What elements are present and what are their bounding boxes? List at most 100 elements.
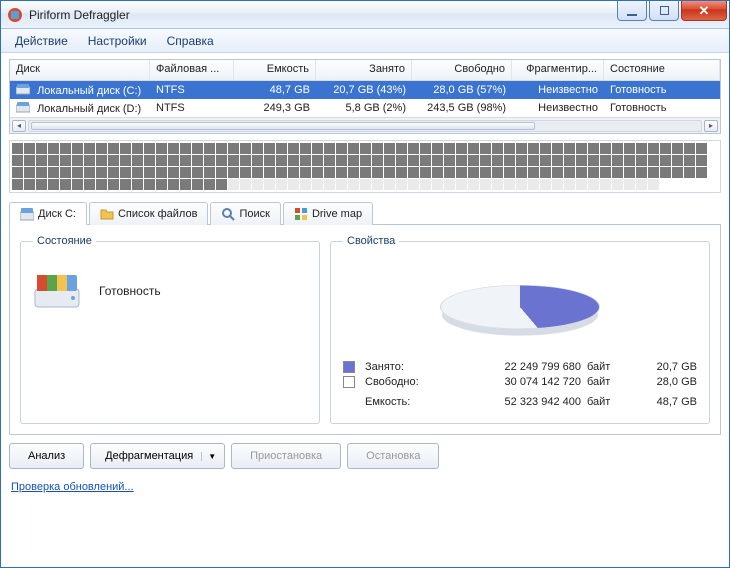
map-cell[interactable] bbox=[684, 155, 695, 166]
map-cell[interactable] bbox=[660, 167, 671, 178]
map-cell[interactable] bbox=[564, 179, 575, 190]
map-cell[interactable] bbox=[36, 143, 47, 154]
map-cell[interactable] bbox=[276, 167, 287, 178]
map-cell[interactable] bbox=[468, 179, 479, 190]
scroll-left-button[interactable]: ◂ bbox=[12, 120, 26, 132]
map-cell[interactable] bbox=[456, 167, 467, 178]
map-cell[interactable] bbox=[36, 167, 47, 178]
map-cell[interactable] bbox=[408, 143, 419, 154]
map-cell[interactable] bbox=[408, 155, 419, 166]
map-cell[interactable] bbox=[384, 167, 395, 178]
map-cell[interactable] bbox=[600, 155, 611, 166]
tab-disk[interactable]: Диск C: bbox=[9, 202, 87, 225]
map-cell[interactable] bbox=[612, 179, 623, 190]
map-cell[interactable] bbox=[180, 155, 191, 166]
map-cell[interactable] bbox=[192, 179, 203, 190]
map-cell[interactable] bbox=[408, 167, 419, 178]
map-cell[interactable] bbox=[324, 167, 335, 178]
map-cell[interactable] bbox=[228, 179, 239, 190]
map-cell[interactable] bbox=[516, 179, 527, 190]
map-cell[interactable] bbox=[180, 167, 191, 178]
map-cell[interactable] bbox=[288, 167, 299, 178]
map-cell[interactable] bbox=[528, 155, 539, 166]
map-cell[interactable] bbox=[48, 179, 59, 190]
map-cell[interactable] bbox=[252, 155, 263, 166]
map-cell[interactable] bbox=[348, 143, 359, 154]
map-cell[interactable] bbox=[420, 155, 431, 166]
map-cell[interactable] bbox=[228, 167, 239, 178]
map-cell[interactable] bbox=[528, 167, 539, 178]
map-cell[interactable] bbox=[60, 179, 71, 190]
map-cell[interactable] bbox=[552, 179, 563, 190]
map-cell[interactable] bbox=[636, 167, 647, 178]
map-cell[interactable] bbox=[12, 155, 23, 166]
map-cell[interactable] bbox=[216, 167, 227, 178]
map-cell[interactable] bbox=[408, 179, 419, 190]
map-cell[interactable] bbox=[36, 179, 47, 190]
scroll-right-button[interactable]: ▸ bbox=[704, 120, 718, 132]
map-cell[interactable] bbox=[144, 179, 155, 190]
map-cell[interactable] bbox=[612, 143, 623, 154]
map-cell[interactable] bbox=[468, 167, 479, 178]
map-cell[interactable] bbox=[516, 143, 527, 154]
map-cell[interactable] bbox=[312, 179, 323, 190]
map-cell[interactable] bbox=[648, 143, 659, 154]
map-cell[interactable] bbox=[432, 179, 443, 190]
map-cell[interactable] bbox=[156, 179, 167, 190]
map-cell[interactable] bbox=[192, 155, 203, 166]
map-cell[interactable] bbox=[168, 167, 179, 178]
map-cell[interactable] bbox=[372, 155, 383, 166]
map-cell[interactable] bbox=[588, 143, 599, 154]
map-cell[interactable] bbox=[696, 143, 707, 154]
map-cell[interactable] bbox=[132, 143, 143, 154]
defrag-button[interactable]: Дефрагментация ▼ bbox=[90, 443, 225, 469]
map-cell[interactable] bbox=[108, 155, 119, 166]
map-cell[interactable] bbox=[168, 143, 179, 154]
col-capacity[interactable]: Емкость bbox=[234, 60, 316, 80]
map-cell[interactable] bbox=[288, 155, 299, 166]
map-cell[interactable] bbox=[132, 155, 143, 166]
map-cell[interactable] bbox=[684, 143, 695, 154]
map-cell[interactable] bbox=[492, 179, 503, 190]
map-cell[interactable] bbox=[216, 155, 227, 166]
map-cell[interactable] bbox=[24, 143, 35, 154]
map-cell[interactable] bbox=[96, 143, 107, 154]
map-cell[interactable] bbox=[72, 179, 83, 190]
map-cell[interactable] bbox=[384, 179, 395, 190]
map-cell[interactable] bbox=[456, 143, 467, 154]
map-cell[interactable] bbox=[240, 167, 251, 178]
map-cell[interactable] bbox=[204, 167, 215, 178]
map-cell[interactable] bbox=[84, 143, 95, 154]
map-cell[interactable] bbox=[648, 179, 659, 190]
map-cell[interactable] bbox=[552, 167, 563, 178]
map-cell[interactable] bbox=[360, 167, 371, 178]
map-cell[interactable] bbox=[360, 179, 371, 190]
map-cell[interactable] bbox=[144, 155, 155, 166]
map-cell[interactable] bbox=[12, 167, 23, 178]
map-cell[interactable] bbox=[444, 167, 455, 178]
map-cell[interactable] bbox=[168, 179, 179, 190]
map-cell[interactable] bbox=[648, 167, 659, 178]
map-cell[interactable] bbox=[108, 143, 119, 154]
map-cell[interactable] bbox=[12, 179, 23, 190]
table-row[interactable]: Локальный диск (C:) NTFS 48,7 GB 20,7 GB… bbox=[10, 81, 720, 99]
map-cell[interactable] bbox=[492, 167, 503, 178]
map-cell[interactable] bbox=[132, 167, 143, 178]
map-cell[interactable] bbox=[348, 167, 359, 178]
map-cell[interactable] bbox=[72, 143, 83, 154]
map-cell[interactable] bbox=[480, 179, 491, 190]
map-cell[interactable] bbox=[444, 155, 455, 166]
scroll-thumb[interactable] bbox=[31, 122, 535, 130]
map-cell[interactable] bbox=[312, 155, 323, 166]
map-cell[interactable] bbox=[132, 179, 143, 190]
map-cell[interactable] bbox=[396, 167, 407, 178]
map-cell[interactable] bbox=[288, 143, 299, 154]
map-cell[interactable] bbox=[420, 143, 431, 154]
map-cell[interactable] bbox=[564, 155, 575, 166]
map-cell[interactable] bbox=[204, 179, 215, 190]
map-cell[interactable] bbox=[72, 155, 83, 166]
map-cell[interactable] bbox=[480, 167, 491, 178]
map-cell[interactable] bbox=[300, 179, 311, 190]
map-cell[interactable] bbox=[72, 167, 83, 178]
map-cell[interactable] bbox=[24, 155, 35, 166]
